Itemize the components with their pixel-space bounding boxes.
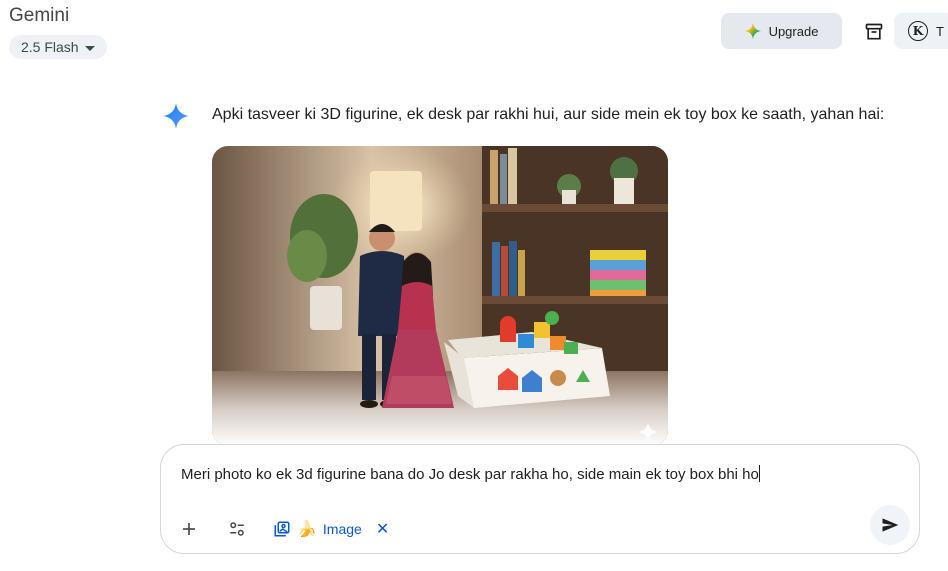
account-avatar: K bbox=[908, 21, 928, 41]
archive-button[interactable] bbox=[860, 18, 888, 46]
prompt-text: Meri photo ko ek 3d figurine bana do Jo … bbox=[181, 466, 759, 483]
banana-icon: 🍌 bbox=[297, 521, 317, 538]
plus-icon bbox=[183, 523, 195, 535]
tools-icon bbox=[230, 522, 244, 536]
account-label: T bbox=[936, 23, 944, 39]
image-chip-label: Image bbox=[322, 521, 362, 537]
send-icon bbox=[882, 518, 899, 532]
upgrade-button[interactable]: Upgrade bbox=[721, 13, 842, 49]
tools-button[interactable] bbox=[221, 513, 253, 545]
chevron-down-icon bbox=[84, 45, 95, 51]
close-icon[interactable]: ✕ bbox=[376, 519, 389, 539]
gemini-spark-icon bbox=[163, 103, 189, 129]
send-button[interactable] bbox=[870, 505, 910, 545]
text-cursor bbox=[758, 465, 760, 482]
add-button[interactable] bbox=[173, 513, 205, 545]
archive-icon bbox=[865, 23, 883, 40]
app-title: Gemini bbox=[9, 5, 70, 26]
prompt-composer[interactable]: Meri photo ko ek 3d figurine bana do Jo … bbox=[160, 444, 920, 554]
image-tool-chip[interactable]: 🍌 Image ✕ bbox=[273, 513, 389, 545]
prompt-input[interactable]: Meri photo ko ek 3d figurine bana do Jo … bbox=[181, 465, 881, 483]
generated-image[interactable] bbox=[212, 146, 668, 446]
response-text: Apki tasveer ki 3D figurine, ek desk par… bbox=[212, 106, 885, 123]
gemini-color-spark-icon bbox=[744, 23, 761, 39]
image-tool-icon bbox=[274, 521, 290, 537]
model-label: 2.5 Flash bbox=[21, 39, 79, 55]
account-button[interactable]: K T bbox=[894, 13, 948, 49]
model-selector[interactable]: 2.5 Flash bbox=[9, 35, 107, 59]
upgrade-label: Upgrade bbox=[768, 23, 819, 39]
